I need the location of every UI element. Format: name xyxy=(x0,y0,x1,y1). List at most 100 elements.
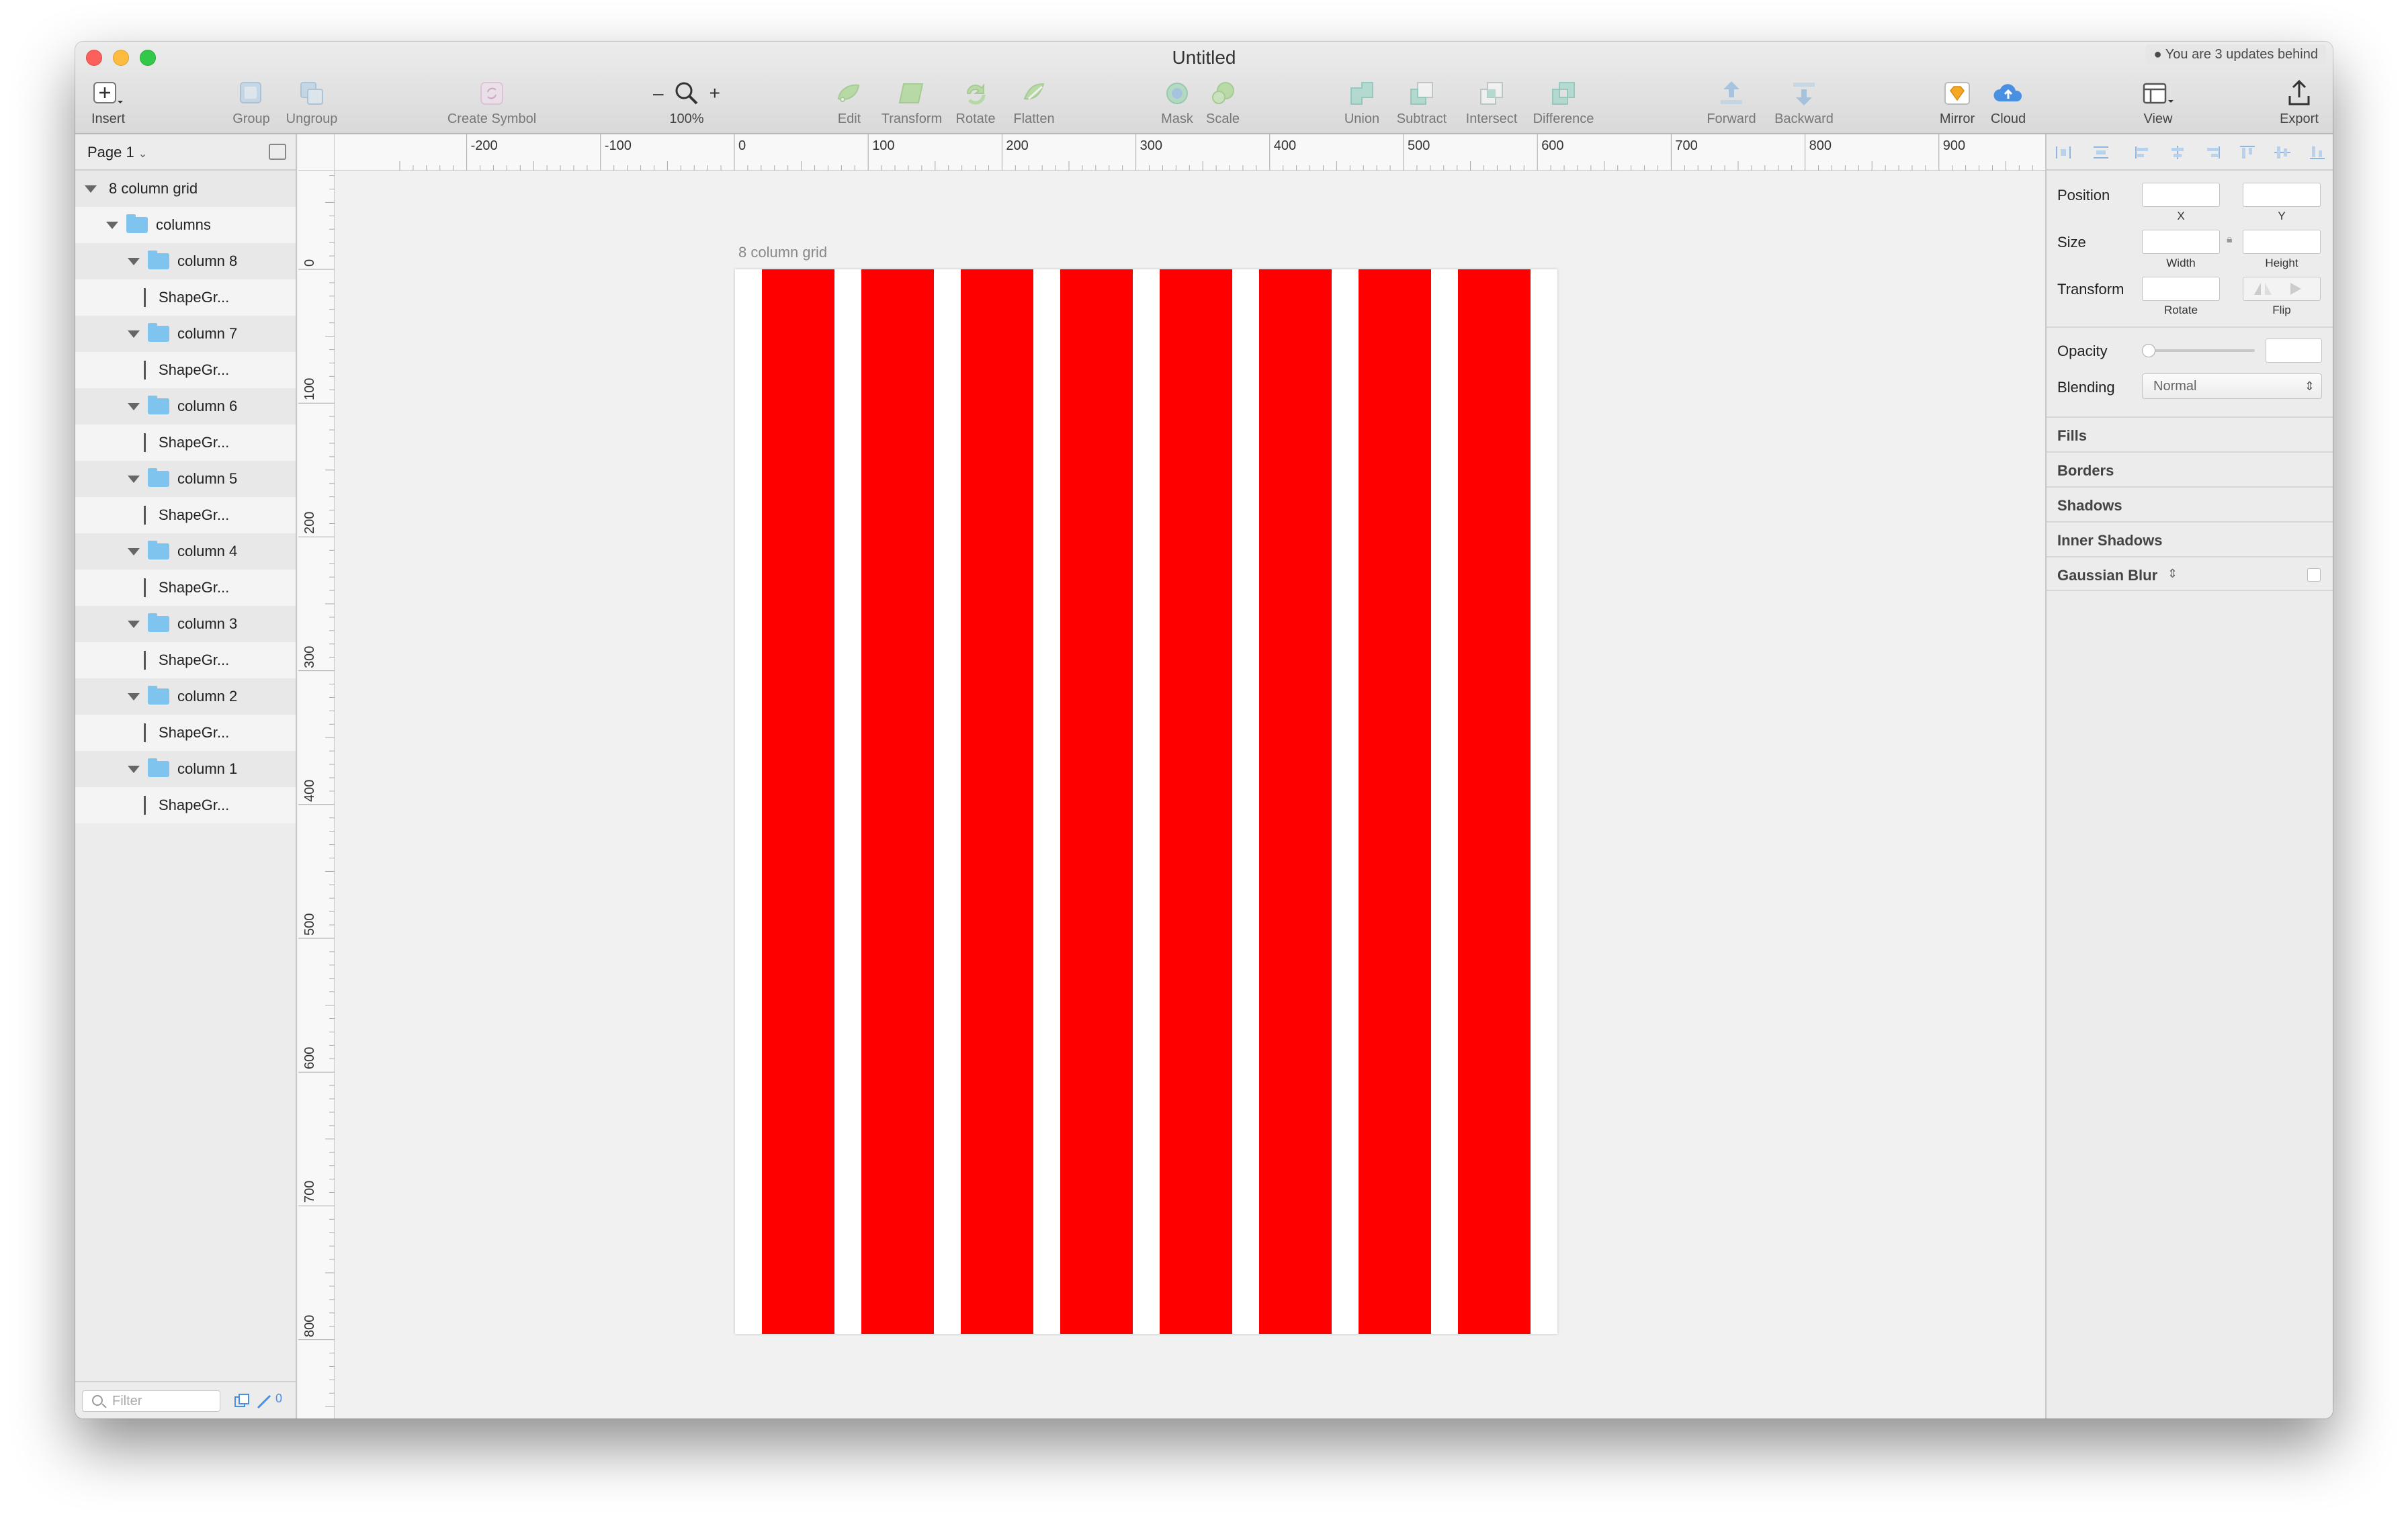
layer-row-shape[interactable]: ShapeGr... xyxy=(75,570,296,606)
scale-button[interactable]: Scale xyxy=(1201,77,1244,127)
mirror-button[interactable]: Mirror xyxy=(1934,77,1981,127)
flatten-button[interactable]: Flatten xyxy=(1004,77,1064,127)
position-x-field[interactable] xyxy=(2142,183,2220,207)
distribute-horizontal-icon[interactable] xyxy=(2055,145,2072,160)
intersect-button[interactable]: Intersect xyxy=(1459,77,1524,127)
height-field[interactable] xyxy=(2243,230,2321,254)
layer-row-folder[interactable]: column 6 xyxy=(75,388,296,424)
subtract-button[interactable]: Subtract xyxy=(1389,77,1454,127)
layer-row-folder[interactable]: column 1 xyxy=(75,751,296,787)
align-left-icon[interactable] xyxy=(2134,145,2151,160)
width-field[interactable] xyxy=(2142,230,2220,254)
view-button[interactable]: View xyxy=(2131,77,2185,127)
disclosure-triangle-icon[interactable] xyxy=(106,222,118,229)
inner-shadows-section[interactable]: Inner Shadows xyxy=(2047,521,2333,556)
blending-select[interactable]: Normal ⇕ xyxy=(2142,373,2322,399)
export-button[interactable]: Export xyxy=(2272,77,2326,127)
layer-row-folder[interactable]: column 2 xyxy=(75,678,296,715)
lock-icon[interactable]: 🔒︎ xyxy=(2227,234,2233,246)
grid-column[interactable] xyxy=(1458,269,1531,1334)
layer-row-folder[interactable]: column 7 xyxy=(75,316,296,352)
opacity-slider-knob[interactable] xyxy=(2142,344,2155,357)
disclosure-triangle-icon[interactable] xyxy=(128,548,140,555)
layer-label: ShapeGr... xyxy=(159,797,230,813)
cloud-button[interactable]: Cloud xyxy=(1985,77,2032,127)
disclosure-triangle-icon[interactable] xyxy=(128,258,140,265)
flip-buttons[interactable] xyxy=(2243,277,2321,301)
symbols-filter-icon[interactable] xyxy=(234,1393,251,1409)
union-button[interactable]: Union xyxy=(1338,77,1385,127)
grid-column[interactable] xyxy=(762,269,834,1334)
align-center-icon[interactable] xyxy=(2169,145,2186,160)
artboard-title[interactable]: 8 column grid xyxy=(738,244,827,261)
grid-column[interactable] xyxy=(861,269,934,1334)
rotate-field[interactable] xyxy=(2142,277,2220,301)
ruler-label: 800 xyxy=(302,1314,317,1337)
mask-button[interactable]: Mask xyxy=(1156,77,1199,127)
disclosure-triangle-icon[interactable] xyxy=(128,621,140,628)
chevron-updown-icon[interactable]: ⇕ xyxy=(2167,567,2178,581)
layer-row-shape[interactable]: ShapeGr... xyxy=(75,497,296,533)
flip-vertical-icon[interactable] xyxy=(2284,277,2317,300)
grid-column[interactable] xyxy=(1359,269,1431,1334)
layer-row-folder[interactable]: column 5 xyxy=(75,461,296,497)
layer-row-shape[interactable]: ShapeGr... xyxy=(75,715,296,751)
vertical-ruler[interactable]: 0 100 200 300 400 500 600 700 800 xyxy=(298,171,335,1419)
gaussian-blur-checkbox[interactable] xyxy=(2307,568,2321,582)
slices-filter-icon[interactable] xyxy=(255,1393,273,1409)
horizontal-ruler[interactable]: -200-10001002003004005006007008009001,00… xyxy=(298,134,2110,171)
create-symbol-button[interactable]: Create Symbol xyxy=(438,77,546,127)
rotate-button[interactable]: Rotate xyxy=(951,77,1000,127)
ungroup-button[interactable]: Ungroup xyxy=(278,77,345,127)
forward-button[interactable]: Forward xyxy=(1701,77,1762,127)
grid-column[interactable] xyxy=(1160,269,1232,1334)
backward-button[interactable]: Backward xyxy=(1767,77,1841,127)
shadows-section[interactable]: Shadows xyxy=(2047,486,2333,521)
grid-column[interactable] xyxy=(1259,269,1332,1334)
flip-horizontal-icon[interactable] xyxy=(2246,277,2280,300)
group-button[interactable]: Group xyxy=(224,77,278,127)
difference-button[interactable]: Difference xyxy=(1526,77,1600,127)
align-right-icon[interactable] xyxy=(2204,145,2221,160)
insert-button[interactable]: Insert xyxy=(85,77,132,127)
disclosure-triangle-icon[interactable] xyxy=(85,185,97,193)
fills-section[interactable]: Fills xyxy=(2047,416,2333,451)
disclosure-triangle-icon[interactable] xyxy=(128,476,140,483)
layer-row-shape[interactable]: ShapeGr... xyxy=(75,279,296,316)
transform-button[interactable]: Transform xyxy=(875,77,949,127)
opacity-field[interactable] xyxy=(2266,339,2322,363)
updates-notice[interactable]: ● You are 3 updates behind xyxy=(2145,44,2326,64)
canvas[interactable]: 8 column grid xyxy=(335,171,2046,1419)
layer-row-shape[interactable]: ShapeGr... xyxy=(75,642,296,678)
layer-row-shape[interactable]: ShapeGr... xyxy=(75,352,296,388)
disclosure-triangle-icon[interactable] xyxy=(128,330,140,338)
artboard-8-column-grid[interactable] xyxy=(735,269,1557,1334)
layer-row-shape[interactable]: ShapeGr... xyxy=(75,424,296,461)
layer-row-folder[interactable]: column 3 xyxy=(75,606,296,642)
borders-section[interactable]: Borders xyxy=(2047,451,2333,486)
grid-column[interactable] xyxy=(961,269,1033,1334)
zoom-in-button[interactable]: + xyxy=(710,83,720,104)
align-bottom-icon[interactable] xyxy=(2309,145,2326,160)
grid-column[interactable] xyxy=(1060,269,1133,1334)
align-middle-icon[interactable] xyxy=(2274,145,2291,160)
disclosure-triangle-icon[interactable] xyxy=(128,766,140,773)
layer-row-artboard[interactable]: 8 column grid xyxy=(75,171,296,207)
distribute-vertical-icon[interactable] xyxy=(2092,145,2110,160)
toggle-pages-button[interactable] xyxy=(269,144,286,160)
edit-button[interactable]: Edit xyxy=(829,77,869,127)
layer-row-shape[interactable]: ShapeGr... xyxy=(75,787,296,823)
layer-row-folder[interactable]: column 4 xyxy=(75,533,296,570)
filter-input[interactable]: Filter xyxy=(82,1390,220,1412)
page-selector[interactable]: Page 1 ⌄ xyxy=(87,144,147,161)
disclosure-triangle-icon[interactable] xyxy=(128,693,140,701)
zoom-out-button[interactable]: – xyxy=(653,83,664,104)
layer-row-folder[interactable]: columns xyxy=(75,207,296,243)
disclosure-triangle-icon[interactable] xyxy=(128,403,140,410)
position-y-field[interactable] xyxy=(2243,183,2321,207)
opacity-slider[interactable] xyxy=(2147,349,2255,352)
gaussian-blur-section[interactable]: Gaussian Blur ⇕ xyxy=(2047,556,2333,591)
align-top-icon[interactable] xyxy=(2239,145,2256,160)
zoom-level[interactable]: 100% xyxy=(646,111,727,127)
layer-row-folder[interactable]: column 8 xyxy=(75,243,296,279)
